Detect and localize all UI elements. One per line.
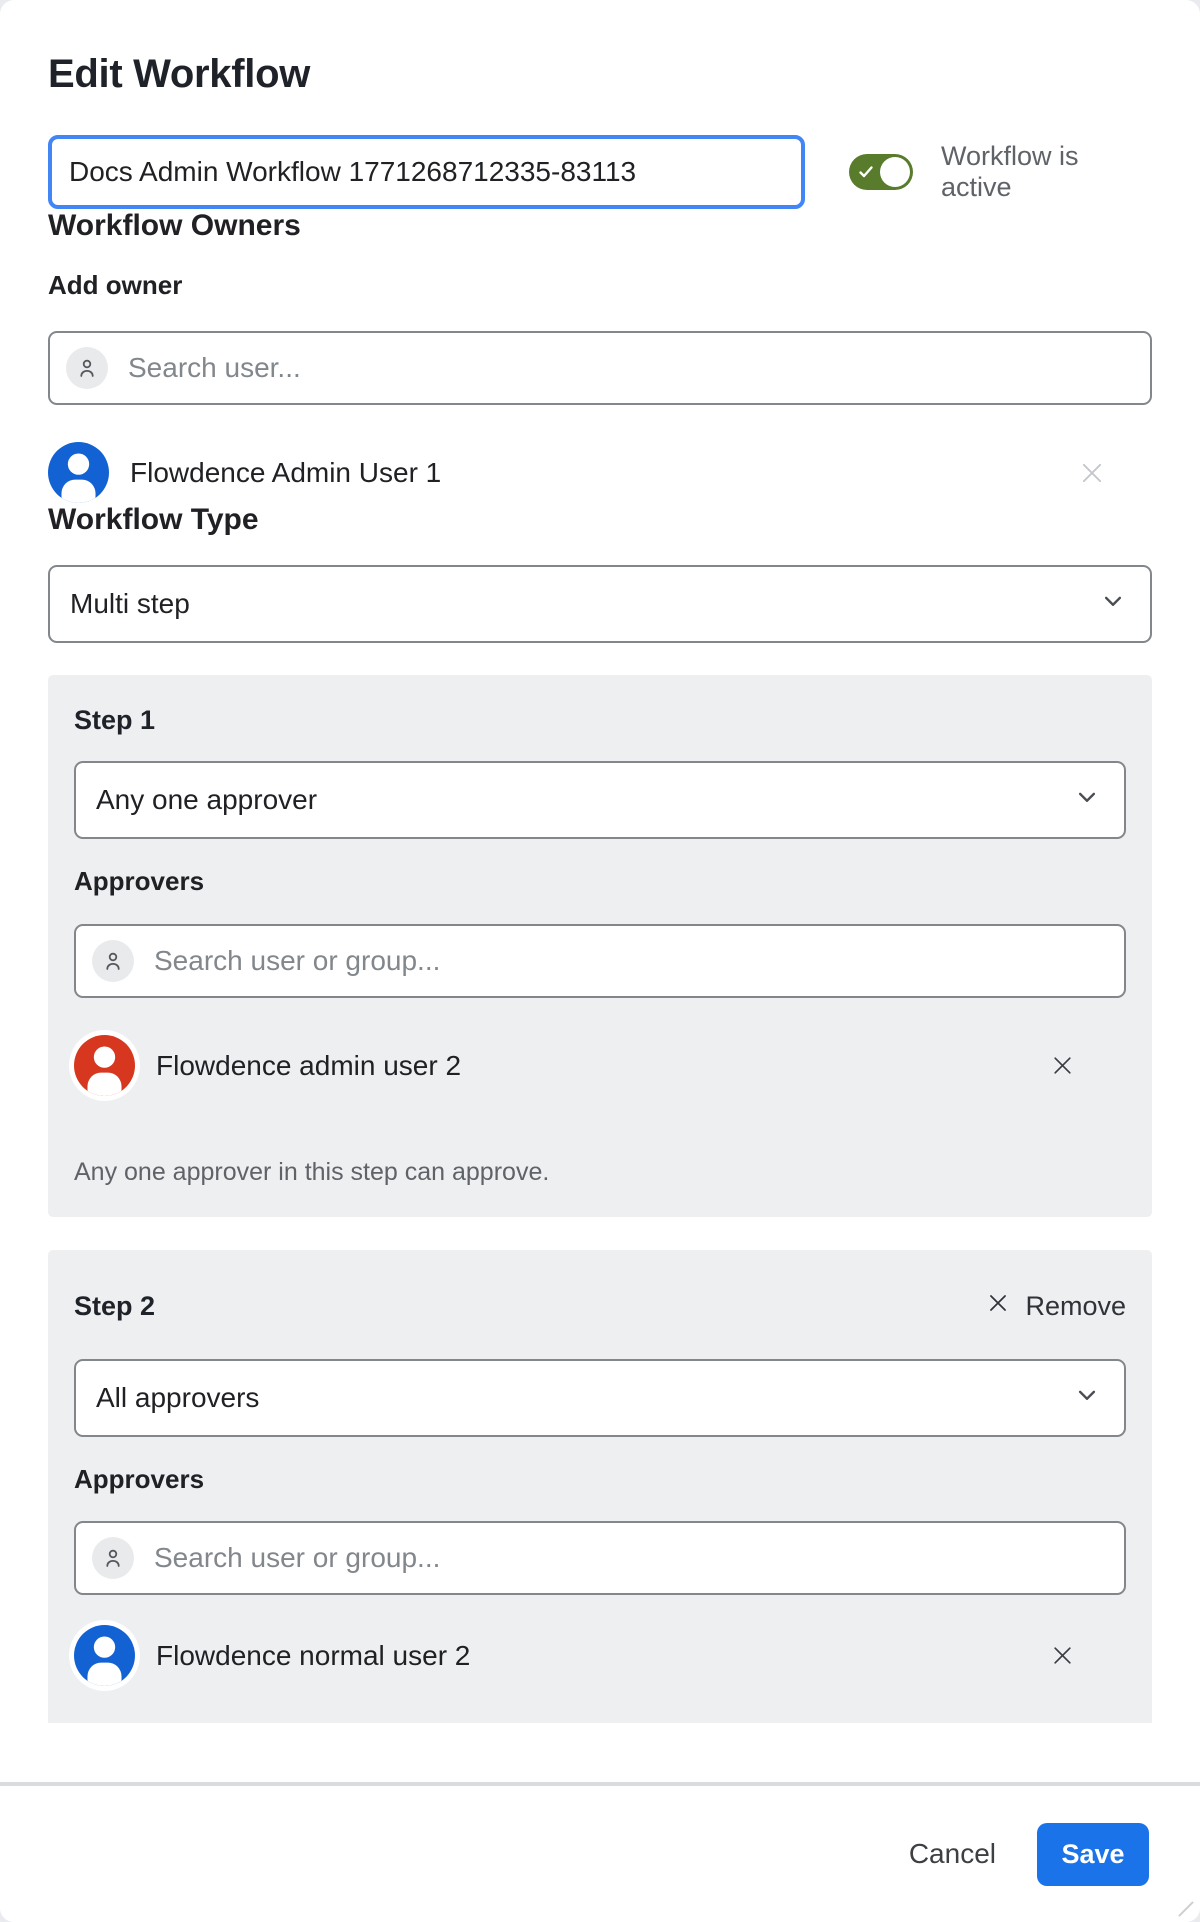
remove-step-button[interactable]: Remove xyxy=(985,1290,1126,1323)
step-2-approval-mode-select[interactable]: All approvers xyxy=(74,1359,1126,1437)
step-1-help-text: Any one approver in this step can approv… xyxy=(74,1158,550,1186)
chevron-down-icon xyxy=(1098,586,1128,623)
step-2-title: Step 2 xyxy=(74,1291,156,1321)
workflow-active-toggle[interactable] xyxy=(849,154,913,190)
step-2-approvers-label: Approvers xyxy=(74,1464,205,1494)
chevron-down-icon xyxy=(1072,782,1102,819)
add-owner-label: Add owner xyxy=(48,270,183,300)
user-avatar xyxy=(74,1625,135,1686)
step-1-approver-search-input[interactable] xyxy=(152,944,1108,978)
active-toggle-group: Workflow is active xyxy=(849,141,1152,203)
chevron-down-icon xyxy=(1072,1380,1102,1417)
step-1-approver-row: Flowdence admin user 2 xyxy=(74,1035,1126,1096)
dialog-title: Edit Workflow xyxy=(48,52,311,96)
cancel-button[interactable]: Cancel xyxy=(909,1838,996,1870)
check-icon xyxy=(857,163,875,184)
save-button[interactable]: Save xyxy=(1037,1822,1149,1886)
workflow-type-value: Multi step xyxy=(70,588,190,619)
edit-workflow-dialog: Edit Workflow Workflow is active Workflo… xyxy=(0,0,1200,1922)
workflow-name-input[interactable] xyxy=(48,135,805,209)
workflow-type-heading: Workflow Type xyxy=(48,503,259,536)
user-avatar xyxy=(74,1035,135,1096)
step-2-approval-mode-value: All approvers xyxy=(96,1382,260,1413)
person-icon xyxy=(92,1537,134,1579)
person-icon xyxy=(92,940,134,982)
step-2-section: Step 2 Remove All approvers Approvers Se… xyxy=(48,1250,1152,1723)
person-icon xyxy=(66,347,108,389)
toggle-knob xyxy=(880,157,910,187)
workflow-type-select[interactable]: Multi step xyxy=(48,565,1152,643)
step-1-approver-name: Flowdence admin user 2 xyxy=(156,1049,462,1081)
workflow-name-row: Workflow is active xyxy=(48,135,1152,209)
step-2-approver-row: Flowdence normal user 2 xyxy=(74,1625,1126,1686)
remove-approver-button[interactable] xyxy=(1049,1052,1076,1079)
owner-search-box xyxy=(48,331,1152,405)
user-avatar xyxy=(48,442,109,503)
owner-name: Flowdence Admin User 1 xyxy=(130,456,442,488)
close-icon xyxy=(985,1290,1011,1323)
dialog-content: Edit Workflow Workflow is active Workflo… xyxy=(0,0,1200,1723)
remove-step-label: Remove xyxy=(1025,1291,1126,1321)
workflow-active-label: Workflow is active xyxy=(941,141,1079,202)
step-2-approver-search-input[interactable] xyxy=(152,1541,1108,1575)
workflow-owners-heading: Workflow Owners xyxy=(48,209,301,242)
step-1-header: Step 1 xyxy=(74,705,1126,736)
step-2-approver-name: Flowdence normal user 2 xyxy=(156,1639,471,1671)
step-1-section: Step 1 Any one approver Approvers Search… xyxy=(48,675,1152,1217)
dialog-footer: Cancel Save xyxy=(0,1782,1200,1922)
remove-owner-button[interactable] xyxy=(1077,458,1107,488)
owner-search-input[interactable] xyxy=(126,351,1134,385)
remove-approver-button[interactable] xyxy=(1049,1642,1076,1669)
step-1-approval-mode-select[interactable]: Any one approver xyxy=(74,761,1126,839)
step-1-approval-mode-value: Any one approver xyxy=(96,784,318,815)
step-2-search-box xyxy=(74,1521,1126,1595)
step-2-header: Step 2 Remove xyxy=(74,1290,1126,1323)
step-1-title: Step 1 xyxy=(74,705,156,735)
step-1-approvers-label: Approvers xyxy=(74,866,205,896)
step-1-search-box xyxy=(74,924,1126,998)
owner-row: Flowdence Admin User 1 xyxy=(48,442,1152,503)
